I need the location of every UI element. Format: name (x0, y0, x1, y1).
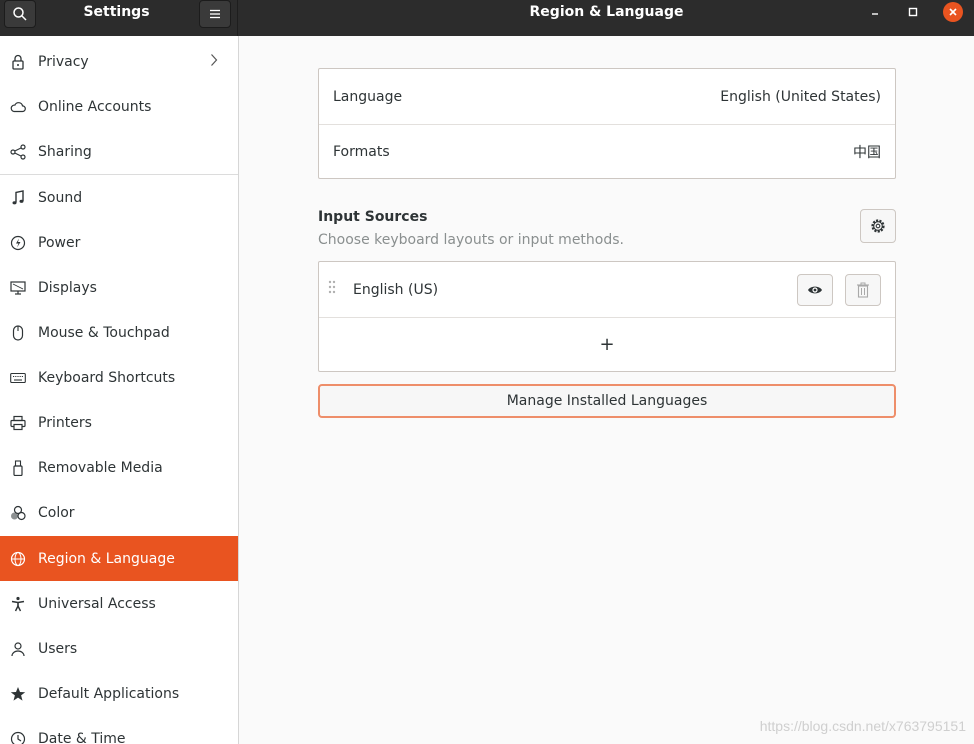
watermark-text: https://blog.csdn.net/x763795151 (759, 718, 966, 734)
menu-button[interactable] (199, 0, 231, 28)
maximize-button[interactable] (903, 2, 923, 22)
sidebar-item-label: Region & Language (38, 550, 175, 567)
sidebar-item-displays[interactable]: Displays (0, 265, 238, 310)
remove-input-source-button[interactable] (845, 274, 881, 306)
add-input-source-button[interactable]: + (319, 317, 895, 372)
sidebar-header: Settings (0, 0, 238, 36)
sidebar-item-label: Privacy (38, 53, 89, 70)
sidebar-item-keyboard-shortcuts[interactable]: Keyboard Shortcuts (0, 355, 238, 400)
view-layout-button[interactable] (797, 274, 833, 306)
sidebar-item-users[interactable]: Users (0, 626, 238, 671)
input-source-label: English (US) (353, 281, 439, 298)
sidebar-item-region-language[interactable]: Region & Language (0, 536, 238, 581)
input-sources-subtitle: Choose keyboard layouts or input methods… (318, 232, 624, 248)
search-icon (13, 7, 27, 21)
sidebar-item-privacy[interactable]: Privacy (0, 39, 238, 84)
sidebar-item-online-accounts[interactable]: Online Accounts (0, 84, 238, 129)
sidebar-item-label: Universal Access (38, 595, 156, 612)
main-content: Language English (United States) Formats… (239, 36, 974, 744)
hamburger-menu-icon (210, 9, 220, 19)
sidebar-item-default-applications[interactable]: Default Applications (0, 671, 238, 716)
sidebar-item-universal-access[interactable]: Universal Access (0, 581, 238, 626)
power-icon (10, 235, 26, 251)
sidebar-item-label: Online Accounts (38, 98, 152, 115)
language-value: English (United States) (720, 88, 881, 105)
accessibility-icon (10, 596, 26, 612)
input-sources-options-button[interactable] (860, 209, 896, 243)
sidebar-item-removable-media[interactable]: Removable Media (0, 445, 238, 490)
sidebar-item-label: Power (38, 234, 81, 251)
manage-installed-languages-button[interactable]: Manage Installed Languages (318, 384, 896, 418)
chevron-right-icon (210, 53, 218, 71)
star-icon (10, 686, 26, 702)
sidebar-item-label: Removable Media (38, 459, 163, 476)
users-icon (10, 641, 26, 657)
maximize-icon (908, 7, 918, 17)
sidebar-item-sound[interactable]: Sound (0, 175, 238, 220)
add-icon: + (599, 333, 615, 355)
mouse-icon (10, 324, 26, 341)
lock-icon (10, 54, 26, 70)
sidebar-item-power[interactable]: Power (0, 220, 238, 265)
formats-row[interactable]: Formats 中国 (319, 124, 895, 179)
keyboard-icon (10, 370, 26, 386)
share-icon (10, 143, 26, 160)
sidebar-item-label: Mouse & Touchpad (38, 324, 170, 341)
sidebar-item-date-time[interactable]: Date & Time (0, 716, 238, 744)
input-sources-list: English (US) + (318, 261, 896, 372)
usb-icon (10, 459, 26, 476)
trash-icon (857, 282, 869, 298)
language-label: Language (333, 88, 403, 105)
color-icon (10, 505, 26, 521)
close-icon (949, 8, 957, 16)
language-formats-frame: Language English (United States) Formats… (318, 68, 896, 179)
formats-label: Formats (333, 143, 390, 160)
sidebar-item-mouse-touchpad[interactable]: Mouse & Touchpad (0, 310, 238, 355)
sidebar-item-label: Users (38, 640, 78, 657)
search-button[interactable] (4, 0, 36, 28)
sidebar-item-label: Default Applications (38, 685, 180, 702)
sidebar-item-color[interactable]: Color (0, 490, 238, 535)
sidebar-item-label: Sound (38, 189, 83, 206)
input-source-row[interactable]: English (US) (319, 262, 895, 317)
sidebar-item-label: Color (38, 504, 75, 521)
sidebar-item-label: Sharing (38, 143, 92, 160)
sidebar-item-label: Date & Time (38, 730, 126, 744)
sidebar-item-label: Keyboard Shortcuts (38, 369, 176, 386)
sidebar-item-label: Displays (38, 279, 97, 296)
input-sources-title: Input Sources (318, 209, 428, 225)
clock-icon (10, 731, 26, 744)
sidebar-item-sharing[interactable]: Sharing (0, 129, 238, 174)
display-icon (10, 280, 26, 296)
printer-icon (10, 415, 26, 431)
eye-icon (808, 286, 822, 294)
music-note-icon (10, 189, 26, 206)
cloud-icon (10, 99, 26, 115)
sidebar-title: Settings (83, 4, 150, 20)
close-button[interactable] (943, 2, 963, 22)
drag-handle-icon[interactable] (328, 280, 336, 300)
gear-icon (871, 219, 885, 233)
window-title: Region & Language (529, 4, 684, 20)
language-row[interactable]: Language English (United States) (319, 69, 895, 124)
globe-icon (10, 551, 26, 567)
sidebar-item-label: Printers (38, 414, 92, 431)
minimize-button[interactable] (865, 2, 885, 22)
header-bar: Settings Region & Language (0, 0, 974, 36)
sidebar: Privacy Online Accounts Sharing Sound Po… (0, 36, 239, 744)
minimize-icon (872, 13, 878, 15)
sidebar-item-printers[interactable]: Printers (0, 400, 238, 445)
formats-value: 中国 (853, 144, 881, 161)
